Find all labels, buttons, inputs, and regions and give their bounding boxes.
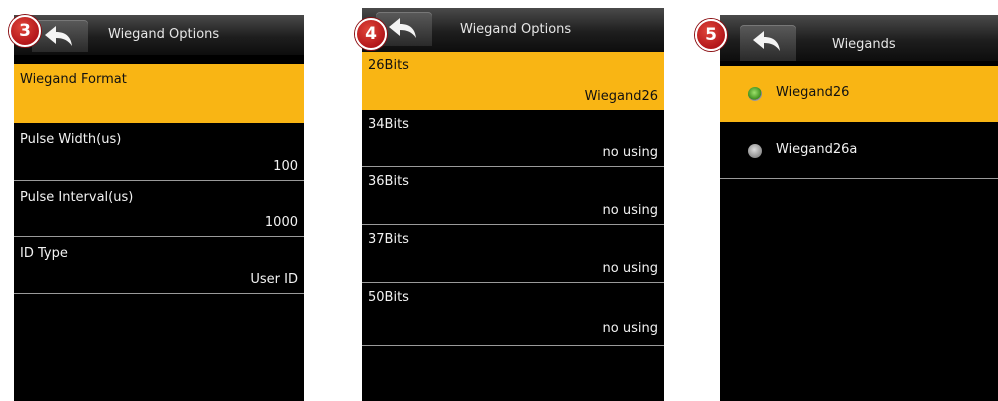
menu-item-label: 26Bits [368, 58, 409, 73]
menu-item-34bits[interactable]: 34Bits no using [362, 110, 664, 167]
menu-item-wiegand-format[interactable]: Wiegand Format [14, 64, 304, 123]
menu-item-label: Wiegand Format [20, 72, 127, 87]
page-title: Wiegand Options [108, 27, 220, 42]
step-badge-5: 5 [695, 19, 727, 51]
option-label: Wiegand26 [776, 85, 850, 100]
menu-item-value: 1000 [264, 215, 298, 230]
menu-item-value: 100 [273, 159, 298, 174]
panel-wiegands-select: Wiegands Wiegand26 Wiegand26a [720, 15, 998, 401]
menu-item-label: Pulse Width(us) [20, 132, 122, 147]
back-arrow-icon [389, 18, 416, 38]
panel-wiegand-options-menu: Wiegand Options Wiegand Format Pulse Wid… [14, 15, 304, 401]
menu-item-label: 36Bits [368, 174, 409, 189]
menu-item-label: ID Type [20, 246, 68, 261]
radio-selected-icon [748, 87, 762, 101]
menu-item-36bits[interactable]: 36Bits no using [362, 167, 664, 225]
menu-item-value: User ID [250, 272, 298, 287]
title-bar: Wiegand Options [362, 8, 664, 52]
menu-item-26bits[interactable]: 26Bits Wiegand26 [362, 52, 664, 110]
panel-wiegand-bits-options: Wiegand Options 26Bits Wiegand26 34Bits … [362, 8, 664, 401]
page-title: Wiegands [832, 37, 896, 52]
menu-item-pulse-interval[interactable]: Pulse Interval(us) 1000 [14, 181, 304, 237]
back-button[interactable] [32, 20, 88, 52]
menu-item-37bits[interactable]: 37Bits no using [362, 225, 664, 283]
menu-item-label: 34Bits [368, 117, 409, 132]
back-button[interactable] [740, 25, 796, 61]
option-wiegand26[interactable]: Wiegand26 [720, 66, 998, 122]
radio-unselected-icon [748, 144, 762, 158]
back-arrow-icon [45, 26, 72, 46]
menu-item-label: 50Bits [368, 290, 409, 305]
menu-item-label: 37Bits [368, 232, 409, 247]
step-badge-3: 3 [9, 15, 41, 47]
menu-item-label: Pulse Interval(us) [20, 190, 134, 205]
back-arrow-icon [753, 31, 780, 51]
title-bar: Wiegands [720, 15, 998, 61]
option-label: Wiegand26a [776, 142, 858, 157]
step-badge-4: 4 [355, 18, 387, 50]
menu-item-pulse-width[interactable]: Pulse Width(us) 100 [14, 123, 304, 181]
page-title: Wiegand Options [460, 22, 572, 37]
menu-item-value: no using [602, 261, 658, 276]
menu-item-50bits[interactable]: 50Bits no using [362, 283, 664, 346]
title-bar: Wiegand Options [14, 15, 304, 55]
menu-item-value: no using [602, 145, 658, 160]
menu-item-value: no using [602, 321, 658, 336]
menu-item-value: no using [602, 203, 658, 218]
menu-item-value: Wiegand26 [584, 89, 658, 104]
option-wiegand26a[interactable]: Wiegand26a [720, 122, 998, 179]
menu-item-id-type[interactable]: ID Type User ID [14, 237, 304, 294]
